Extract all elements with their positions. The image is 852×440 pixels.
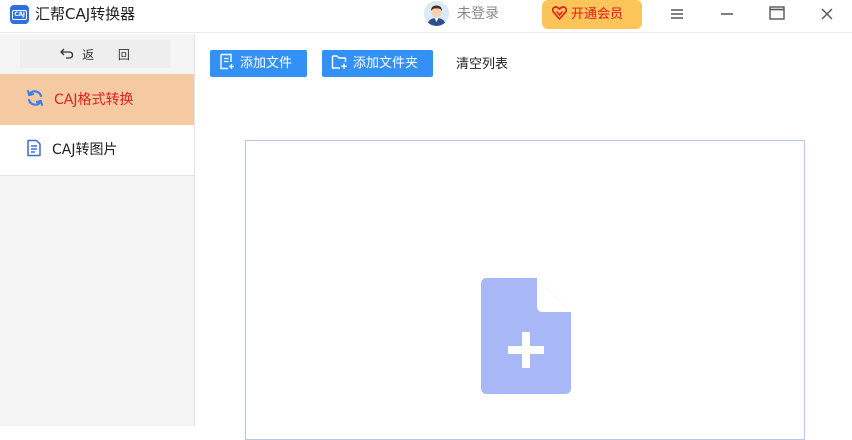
sidebar-item-label: CAJ格式转换 xyxy=(54,91,134,108)
vip-label: 开通会员 xyxy=(571,6,624,22)
sidebar-item-caj-to-image[interactable]: CAJ转图片 xyxy=(0,125,194,176)
close-button[interactable] xyxy=(815,3,839,25)
back-button[interactable]: 返 回 xyxy=(20,40,170,68)
sidebar-item-label: CAJ转图片 xyxy=(52,142,118,158)
document-icon xyxy=(26,139,42,161)
heart-diamond-icon xyxy=(551,5,568,24)
add-file-button[interactable]: 添加文件 xyxy=(210,50,307,77)
avatar-icon[interactable] xyxy=(424,1,449,26)
menu-icon xyxy=(670,5,684,24)
maximize-icon xyxy=(769,5,785,24)
app-logo-text: CAJ xyxy=(12,9,27,20)
add-folder-label: 添加文件夹 xyxy=(353,55,419,71)
add-folder-button[interactable]: 添加文件夹 xyxy=(322,50,433,77)
add-file-icon[interactable] xyxy=(481,278,571,398)
maximize-button[interactable] xyxy=(765,3,789,25)
sidebar-item-caj-format-convert[interactable]: CAJ格式转换 xyxy=(0,74,194,125)
add-file-small-icon xyxy=(219,53,235,74)
file-drop-zone[interactable] xyxy=(245,140,805,440)
vip-button[interactable]: 开通会员 xyxy=(542,0,642,29)
app-logo: CAJ xyxy=(10,5,29,24)
clear-list-button[interactable]: 清空列表 xyxy=(456,56,508,73)
app-title: 汇帮CAJ转换器 xyxy=(35,5,136,23)
sidebar: 返 回 CAJ格式转换 CAJ转图片 xyxy=(0,34,195,426)
menu-button[interactable] xyxy=(665,3,689,25)
minimize-button[interactable] xyxy=(715,3,739,25)
login-status[interactable]: 未登录 xyxy=(457,5,499,23)
back-label: 返 回 xyxy=(82,47,140,62)
title-bar: CAJ 汇帮CAJ转换器 未登录 开通会员 xyxy=(0,0,852,33)
minimize-icon xyxy=(720,5,734,24)
back-arrow-icon xyxy=(60,47,74,62)
add-folder-icon xyxy=(331,54,348,74)
add-file-label: 添加文件 xyxy=(240,55,293,71)
close-icon xyxy=(821,5,833,24)
refresh-icon xyxy=(26,89,44,111)
